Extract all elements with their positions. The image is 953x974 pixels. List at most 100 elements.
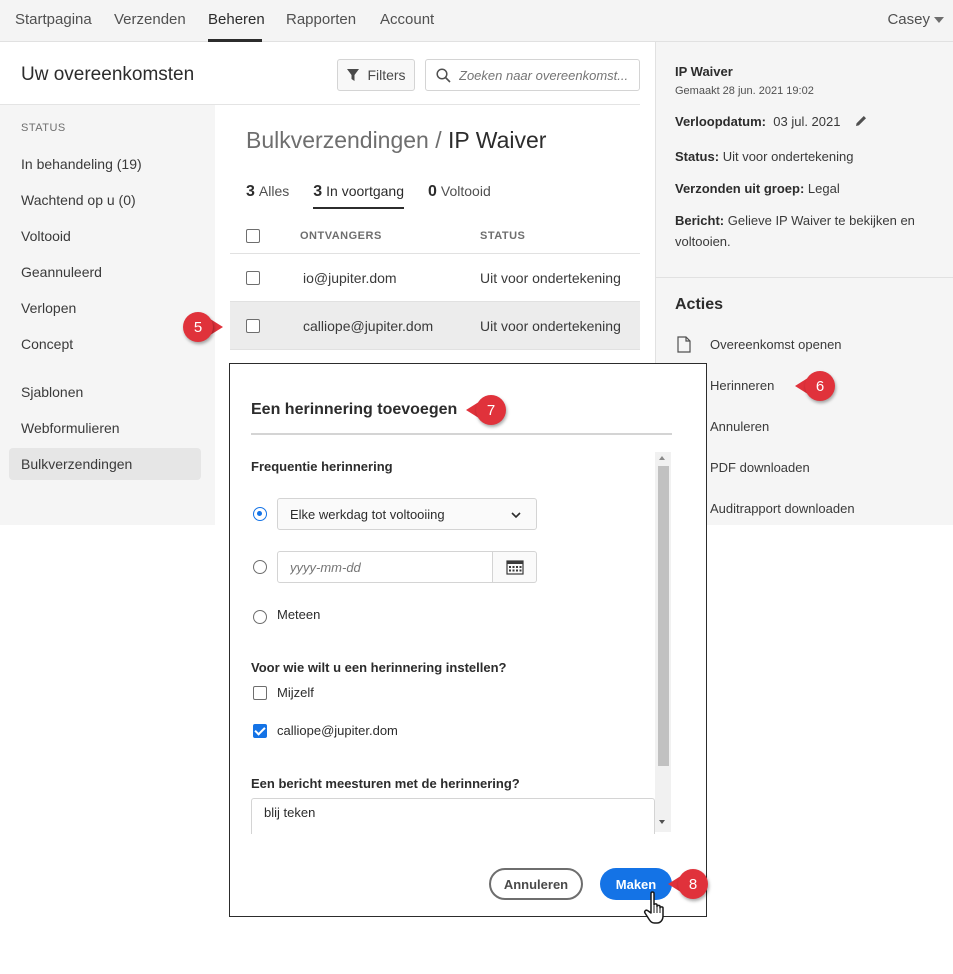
group-value: Legal — [807, 181, 840, 196]
checkbox-myself[interactable] — [253, 686, 267, 700]
option-myself-label: Mijzelf — [277, 685, 314, 700]
callout-number: 5 — [183, 312, 213, 342]
status-label: Status: — [675, 149, 720, 164]
table-header: ONTVANGERS STATUS — [230, 220, 640, 254]
action-download-pdf[interactable]: PDF downloaden — [710, 460, 810, 475]
user-menu[interactable]: Casey — [887, 11, 944, 28]
sidebar-item-sjablonen[interactable]: Sjablonen — [21, 384, 83, 400]
created-date: Gemaakt 28 jun. 2021 19:02 — [675, 85, 814, 97]
column-header-recipients[interactable]: ONTVANGERS — [300, 230, 382, 242]
scroll-down-icon[interactable] — [659, 820, 665, 824]
recipient-status: Uit voor ondertekening — [480, 318, 621, 334]
calendar-button[interactable] — [493, 551, 537, 583]
action-cancel[interactable]: Annuleren — [710, 419, 769, 434]
sidebar-item-verlopen[interactable]: Verlopen — [21, 300, 76, 316]
expiry-value: 03 jul. 2021 — [773, 114, 841, 129]
sidebar-item-wachtend[interactable]: Wachtend op u (0) — [21, 192, 136, 208]
top-navigation: Startpagina Verzenden Beheren Rapporten … — [0, 0, 953, 42]
tab-label: Alles — [258, 183, 290, 199]
message-label: Een bericht meesturen met de herinnering… — [251, 776, 520, 791]
callout-marker-5: 5 — [183, 312, 223, 342]
nav-verzenden[interactable]: Verzenden — [114, 11, 186, 28]
action-remind[interactable]: Herinneren — [710, 378, 774, 393]
tab-voltooid[interactable]: 0 Voltooid — [428, 183, 491, 209]
funnel-icon — [347, 69, 360, 81]
page-title: Uw overeenkomsten — [21, 64, 195, 85]
callout-number: 7 — [476, 395, 506, 425]
callout-marker-7: 7 — [466, 395, 506, 425]
search-input[interactable] — [459, 67, 629, 83]
search-box[interactable] — [425, 59, 640, 91]
scroll-up-icon[interactable] — [659, 456, 665, 460]
reminder-message-textarea[interactable]: blij teken — [251, 798, 655, 834]
reminder-date-input[interactable] — [277, 551, 493, 583]
radio-frequency-now[interactable] — [253, 610, 267, 624]
breadcrumb-parent[interactable]: Bulkverzendingen / — [246, 127, 448, 153]
tab-label: Voltooid — [440, 183, 491, 199]
table-row[interactable]: io@jupiter.dom Uit voor ondertekening — [230, 254, 640, 302]
cancel-button[interactable]: Annuleren — [489, 868, 583, 900]
option-now-label: Meteen — [277, 607, 321, 622]
document-icon — [677, 336, 691, 353]
active-nav-underline — [208, 39, 262, 42]
breadcrumb-current: IP Waiver — [448, 127, 547, 153]
callout-number: 8 — [678, 869, 708, 899]
sidebar-item-bulkverzendingen[interactable]: Bulkverzendingen — [21, 456, 132, 472]
tab-alles[interactable]: 3 Alles — [246, 183, 289, 209]
column-header-status[interactable]: STATUS — [480, 230, 525, 242]
message-row: Bericht: Gelieve IP Waiver te bekijken e… — [675, 213, 915, 228]
tab-count: 3 — [313, 183, 323, 200]
sidebar-item-in-behandeling[interactable]: In behandeling (19) — [21, 156, 142, 172]
nav-rapporten[interactable]: Rapporten — [286, 11, 356, 28]
pencil-edit-icon[interactable] — [854, 114, 868, 128]
recipient-status: Uit voor ondertekening — [480, 270, 621, 286]
checkbox-recipient[interactable] — [253, 724, 267, 738]
dialog-title: Een herinnering toevoegen — [251, 401, 458, 418]
callout-number: 6 — [805, 371, 835, 401]
expiry-label: Verloopdatum: — [675, 114, 767, 129]
breadcrumb: Bulkverzendingen / IP Waiver — [246, 127, 546, 154]
action-download-audit[interactable]: Auditrapport downloaden — [710, 501, 855, 516]
status-value: Uit voor ondertekening — [722, 149, 854, 164]
frequency-selected-value: Elke werkdag tot voltooiing — [290, 506, 445, 522]
add-reminder-dialog: Een herinnering toevoegen Frequentie her… — [229, 363, 707, 917]
callout-marker-8: 8 — [668, 869, 708, 899]
select-all-checkbox[interactable] — [246, 229, 260, 243]
frequency-label: Frequentie herinnering — [251, 459, 393, 474]
hand-pointer-icon — [643, 891, 664, 924]
frequency-select[interactable]: Elke werkdag tot voltooiing — [277, 498, 537, 530]
recipient-email: io@jupiter.dom — [303, 270, 397, 286]
agreement-title: IP Waiver — [675, 64, 733, 79]
search-icon — [436, 67, 451, 83]
action-open-agreement[interactable]: Overeenkomst openen — [710, 337, 842, 352]
status-tabs: 3 Alles 3 In voortgang 0 Voltooid — [246, 183, 491, 209]
filters-label: Filters — [367, 67, 406, 83]
row-checkbox[interactable] — [246, 319, 260, 333]
nav-beheren[interactable]: Beheren — [208, 11, 265, 28]
chevron-down-icon — [511, 512, 521, 519]
nav-startpagina[interactable]: Startpagina — [15, 11, 92, 28]
who-label: Voor wie wilt u een herinnering instelle… — [251, 660, 507, 675]
filters-button[interactable]: Filters — [337, 59, 415, 91]
message-label: Bericht: — [675, 213, 725, 228]
nav-account[interactable]: Account — [380, 11, 434, 28]
sidebar-item-geannuleerd[interactable]: Geannuleerd — [21, 264, 102, 280]
group-label: Verzonden uit groep: — [675, 181, 805, 196]
tab-in-voortgang[interactable]: 3 In voortgang — [313, 183, 405, 209]
callout-marker-6: 6 — [795, 371, 835, 401]
row-checkbox[interactable] — [246, 271, 260, 285]
status-row: Status: Uit voor ondertekening — [675, 149, 854, 164]
tab-label: In voortgang — [326, 183, 405, 199]
table-row[interactable]: calliope@jupiter.dom Uit voor onderteken… — [230, 302, 640, 350]
scrollbar-thumb[interactable] — [658, 466, 669, 766]
sidebar-item-webformulieren[interactable]: Webformulieren — [21, 420, 120, 436]
tab-count: 0 — [428, 183, 437, 200]
message-line-2: voltooien. — [675, 234, 731, 249]
radio-frequency-date[interactable] — [253, 560, 267, 574]
radio-frequency-workday[interactable] — [253, 507, 267, 521]
sidebar-item-concept[interactable]: Concept — [21, 336, 73, 352]
actions-title: Acties — [675, 296, 724, 313]
sidebar-section-label: STATUS — [21, 122, 66, 134]
sidebar-item-voltooid[interactable]: Voltooid — [21, 228, 71, 244]
user-name: Casey — [887, 11, 930, 28]
